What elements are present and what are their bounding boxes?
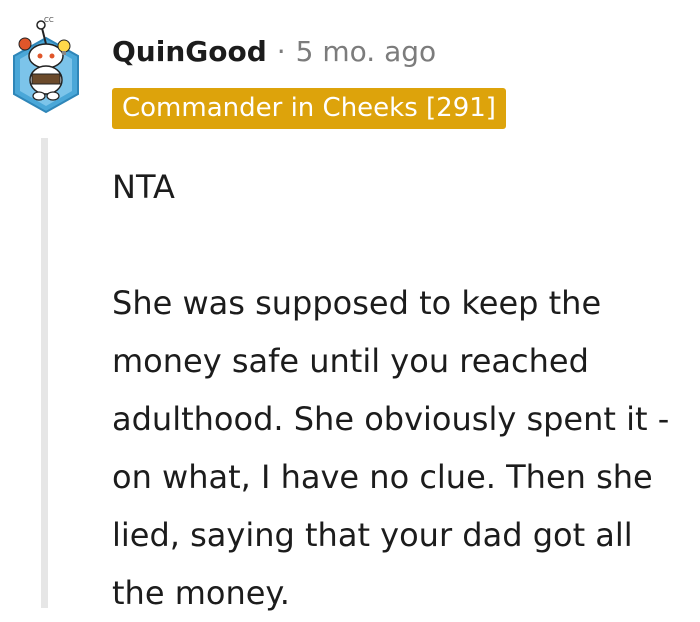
- meta-separator: ·: [276, 34, 286, 68]
- comment-header: QuinGood · 5 mo. ago: [112, 30, 436, 72]
- thread-collapse-line[interactable]: [41, 138, 48, 608]
- avatar-badge-text: CC: [44, 16, 54, 24]
- user-flair: Commander in Cheeks [291]: [112, 88, 506, 129]
- comment-paragraph: She was supposed to keep the money safe …: [112, 284, 670, 612]
- username-link[interactable]: QuinGood: [112, 35, 267, 68]
- comment: CC QuinGood · 5 mo. ago Commander in Che…: [0, 0, 700, 612]
- snoo-avatar-icon: CC: [13, 16, 79, 114]
- user-avatar[interactable]: CC: [8, 14, 84, 116]
- comment-timestamp[interactable]: 5 mo. ago: [296, 35, 437, 68]
- comment-paragraph: NTA: [112, 168, 175, 206]
- comment-body: NTA She was supposed to keep the money s…: [112, 158, 692, 622]
